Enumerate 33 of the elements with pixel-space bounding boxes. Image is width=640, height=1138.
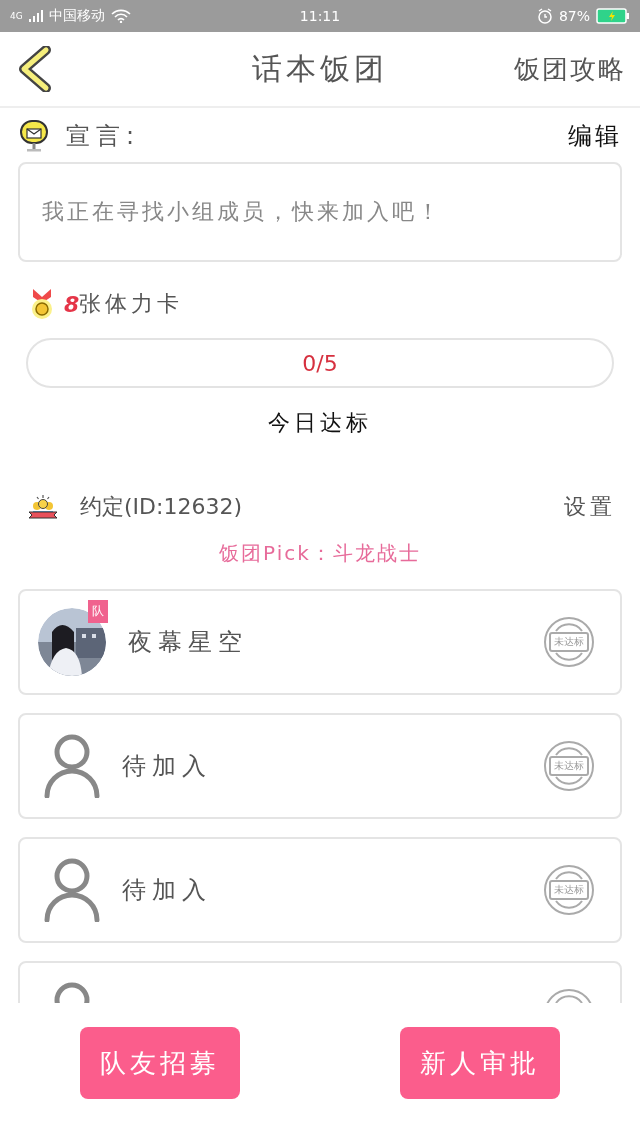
- declaration-label: 宣言:: [66, 121, 141, 152]
- progress-reading: 0/5: [302, 350, 338, 376]
- person-icon: [44, 858, 100, 922]
- signal-icon: [28, 9, 43, 23]
- card-count: 8: [64, 291, 80, 317]
- page-title: 话本饭团: [252, 49, 388, 88]
- person-icon: [44, 734, 100, 798]
- medal-icon: [30, 288, 54, 320]
- carrier-name: 中国移动: [48, 7, 105, 25]
- group-name: 约定(ID:12632): [80, 493, 242, 521]
- member-name: 待加入: [122, 875, 212, 906]
- network-type: 4G: [10, 11, 23, 21]
- member-name: 夜幕星空: [128, 627, 248, 658]
- alarm-icon: [536, 8, 553, 24]
- battery-icon: [596, 8, 630, 24]
- card-label: 张体力卡: [79, 290, 184, 318]
- clock-time: 11:11: [299, 8, 341, 24]
- progress-caption: 今日达标: [267, 409, 373, 437]
- status-stamp: 未达标: [542, 863, 596, 917]
- group-pick: 饭团Pick：斗龙战士: [218, 540, 422, 567]
- status-stamp: 未达标: [542, 739, 596, 793]
- wifi-icon: [110, 9, 131, 23]
- back-icon[interactable]: [18, 46, 52, 92]
- settings-link[interactable]: 设置: [564, 492, 616, 522]
- member-name: 待加入: [122, 751, 212, 782]
- guide-link[interactable]: 饭团攻略: [514, 51, 626, 87]
- edit-link[interactable]: 编辑: [568, 120, 622, 152]
- team-icon: [28, 494, 58, 520]
- captain-badge: 队: [88, 600, 108, 623]
- status-stamp: 未达标: [542, 615, 596, 669]
- declaration-text: 我正在寻找小组成员，快来加入吧！: [42, 198, 442, 226]
- mailbox-icon: [20, 120, 48, 152]
- battery-percent: 87%: [558, 8, 590, 24]
